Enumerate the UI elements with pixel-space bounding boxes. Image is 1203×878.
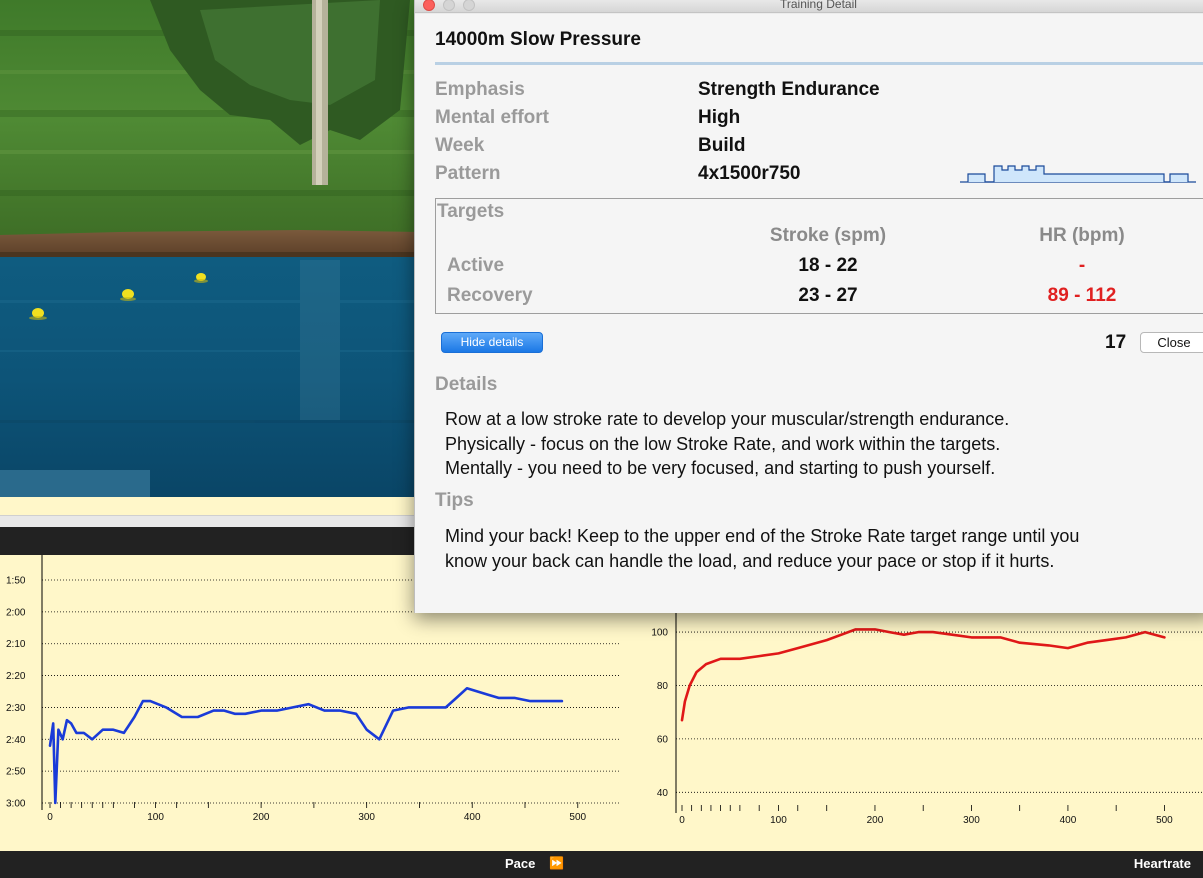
week-label: Week [435,135,485,156]
x-tick-label: 200 [253,812,270,823]
count-value: 17 [1105,332,1127,353]
y-tick-label: 80 [657,681,669,692]
recovery-stroke-target: 23 - 27 [798,285,858,306]
bottom-toolbar: Pace ⏩ Heartrate [0,851,1203,878]
y-tick-label: 2:50 [6,767,26,778]
window-title: Training Detail [780,0,857,11]
details-line: Physically - focus on the low Stroke Rat… [445,433,1001,454]
recovery-label: Recovery [447,285,533,306]
mental-effort-value: High [698,107,741,128]
stroke-column-header: Stroke (spm) [769,225,887,246]
details-line: Mentally - you need to be very focused, … [445,458,996,478]
x-tick-label: 100 [147,812,164,823]
window-minimize-icon[interactable] [443,0,455,11]
close-button[interactable]: Close [1140,332,1203,353]
y-tick-label: 2:30 [6,703,26,714]
details-heading: Details [435,374,498,395]
training-detail-dialog: Training Detail 14000m Slow Pressure Emp… [414,0,1203,613]
y-tick-label: 60 [657,734,669,745]
y-tick-label: 40 [657,788,669,799]
mental-effort-label: Mental effort [435,107,549,128]
emphasis-label: Emphasis [435,79,525,100]
hide-details-button[interactable]: Hide details [441,332,543,353]
app-window: 1:50 2:00 2:10 2:20 2:30 2:40 2:50 3:00 0 100 200 3… [0,0,1203,878]
scene-scrollbar[interactable] [0,515,420,527]
x-tick-label: 0 [679,815,685,826]
y-tick-label: 2:20 [6,671,26,682]
pattern-graphic [960,165,1196,183]
dialog-content: 14000m Slow Pressure Emphasis Strength E… [415,14,1203,613]
active-label: Active [447,255,505,276]
active-stroke-target: 18 - 22 [798,255,858,276]
y-tick-label: 100 [651,628,668,639]
workout-title: 14000m Slow Pressure [435,29,641,50]
x-tick-label: 300 [963,815,980,826]
details-line: Row at a low stroke rate to develop your… [445,409,1010,429]
x-tick-label: 500 [569,812,586,823]
window-close-icon[interactable] [423,0,435,11]
targets-heading: Targets [437,201,505,222]
pace-series-line [48,687,564,805]
window-maximize-icon[interactable] [463,0,475,11]
window-titlebar[interactable]: Training Detail [415,0,1203,13]
x-tick-label: 100 [770,815,787,826]
fast-forward-icon[interactable]: ⏩ [549,856,564,870]
x-tick-label: 300 [358,812,375,823]
emphasis-value: Strength Endurance [698,79,880,100]
recovery-hr-target: 89 - 112 [1047,285,1117,306]
y-tick-label: 2:10 [6,639,26,650]
heartrate-tab[interactable]: Heartrate [1134,856,1191,871]
active-hr-target: - [1078,255,1086,276]
x-tick-label: 400 [1060,815,1077,826]
y-tick-label: 3:00 [6,799,26,810]
x-tick-label: 200 [867,815,884,826]
title-divider [435,62,1203,65]
tips-line: know your back can handle the load, and … [445,550,1055,571]
y-tick-label: 2:00 [6,607,26,618]
pattern-value: 4x1500r750 [698,163,801,184]
hr-column-header: HR (bpm) [1039,225,1125,246]
week-value: Build [698,135,746,156]
y-tick-label: 1:50 [6,576,26,587]
tips-line: Mind your back! Keep to the upper end of… [445,526,1080,546]
tips-heading: Tips [435,490,474,511]
x-tick-label: 0 [47,812,53,823]
targets-panel: Targets Stroke (spm) HR (bpm) Active 18 … [435,198,1203,314]
x-tick-label: 400 [464,812,481,823]
x-tick-label: 500 [1156,815,1173,826]
heartrate-series-line [680,628,1166,722]
pace-tab[interactable]: Pace [505,856,535,871]
pattern-label: Pattern [435,163,501,184]
y-tick-label: 2:40 [6,735,26,746]
